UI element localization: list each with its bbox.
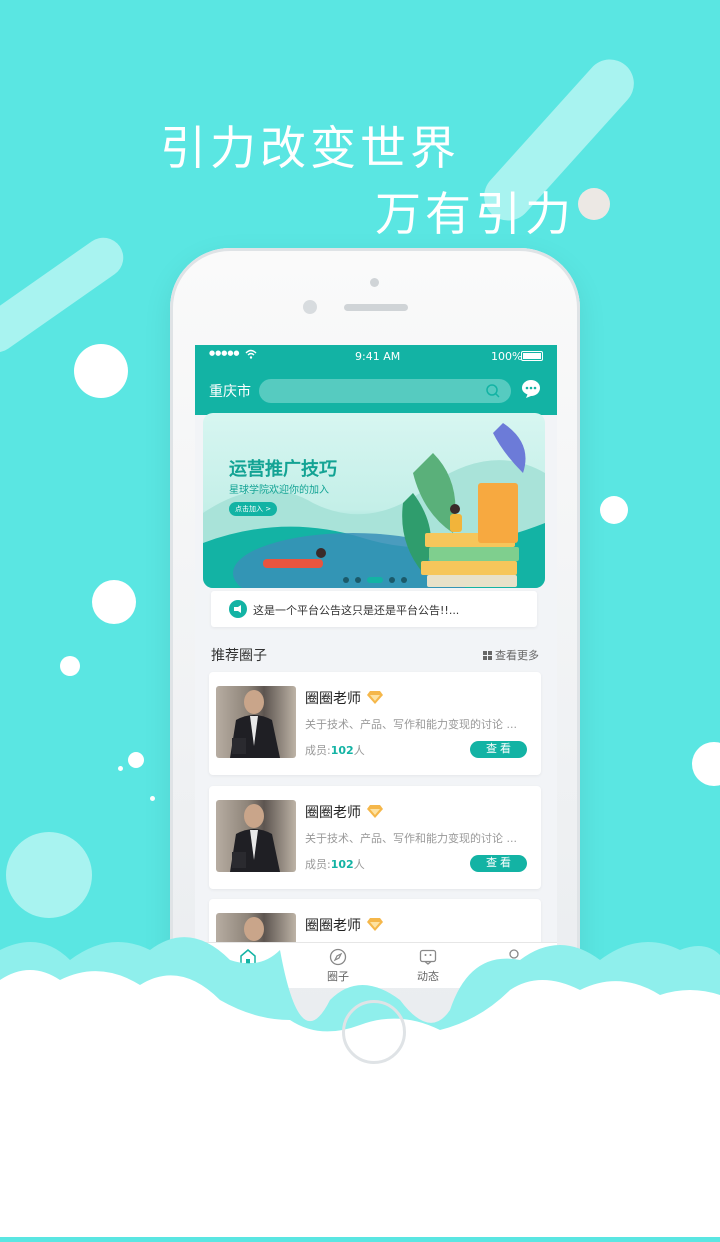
circle-name: 圈圈老师 <box>305 691 361 707</box>
view-circle-button[interactable]: 查 看 <box>470 855 527 872</box>
announcement-bar[interactable]: 这是一个平台公告这只是还是平台公告!!... <box>211 591 537 627</box>
pagination-dot-active[interactable] <box>367 577 383 583</box>
diamond-badge-icon <box>367 689 383 708</box>
decor-dot-grey <box>578 188 610 220</box>
cloud-layer <box>0 937 720 1242</box>
phone-camera <box>370 278 379 287</box>
decor-dot <box>118 766 123 771</box>
phone-speaker <box>344 304 408 311</box>
view-circle-button[interactable]: 查 看 <box>470 741 527 758</box>
search-input[interactable] <box>259 379 511 403</box>
pagination-dot[interactable] <box>355 577 361 583</box>
battery-icon <box>521 351 543 361</box>
decor-dot <box>150 796 155 801</box>
circle-card[interactable]: 圈圈老师 关于技术、产品、写作和能力变现的讨论 ... 成员:102人 查 看 <box>209 672 541 775</box>
home-button[interactable] <box>342 1000 406 1064</box>
view-more-link[interactable]: 查看更多 <box>483 647 539 663</box>
circle-members: 成员:102人 <box>305 742 365 758</box>
decor-dot <box>92 580 136 624</box>
promo-headline-1: 引力改变世界 <box>160 121 460 175</box>
banner-illustration <box>203 423 545 588</box>
circle-name: 圈圈老师 <box>305 805 361 821</box>
circle-card[interactable]: 圈圈老师 关于技术、产品、写作和能力变现的讨论 ... 成员:102人 查 看 <box>209 786 541 889</box>
megaphone-icon <box>229 600 247 618</box>
circle-avatar <box>216 686 296 758</box>
announcement-text: 这是一个平台公告这只是还是平台公告!!... <box>253 604 460 617</box>
pagination-dot[interactable] <box>389 577 395 583</box>
phone-sensor <box>303 300 317 314</box>
grid-icon <box>483 650 492 663</box>
circle-members: 成员:102人 <box>305 856 365 872</box>
status-bar: ●●●●● 9:41 AM 100% <box>195 345 557 367</box>
pagination-dot[interactable] <box>343 577 349 583</box>
status-time: 9:41 AM <box>355 350 401 363</box>
decor-dot <box>60 656 80 676</box>
members-label: 成员: <box>305 858 331 871</box>
search-icon[interactable] <box>485 383 501 403</box>
battery-level: 100% <box>491 350 523 363</box>
circle-avatar <box>216 800 296 872</box>
banner-subtitle: 星球学院欢迎你的加入 <box>229 485 329 496</box>
promo-headline-2: 万有引力 <box>375 187 575 241</box>
signal-indicator: ●●●●● <box>209 349 240 357</box>
view-more-label: 查看更多 <box>495 649 539 662</box>
circle-description: 关于技术、产品、写作和能力变现的讨论 ... <box>305 832 517 845</box>
members-count: 102 <box>330 858 354 871</box>
promo-banner[interactable]: 运营推广技巧 星球学院欢迎你的加入 点击加入 > <box>203 413 545 588</box>
wifi-icon <box>245 349 257 362</box>
diamond-badge-icon <box>367 803 383 822</box>
banner-title: 运营推广技巧 <box>229 459 337 480</box>
pagination-dot[interactable] <box>401 577 407 583</box>
decor-dot <box>692 742 720 786</box>
circle-description: 关于技术、产品、写作和能力变现的讨论 ... <box>305 718 517 731</box>
decor-dot <box>128 752 144 768</box>
members-unit: 人 <box>353 744 365 757</box>
decor-stripe-left <box>0 229 132 361</box>
top-bar: 重庆市 <box>195 367 557 415</box>
members-label: 成员: <box>305 744 331 757</box>
city-selector[interactable]: 重庆市 <box>209 381 251 401</box>
decor-dot <box>600 496 628 524</box>
members-unit: 人 <box>353 858 365 871</box>
banner-join-button[interactable]: 点击加入 > <box>229 502 278 516</box>
chat-bubble-icon[interactable] <box>521 379 541 403</box>
members-count: 102 <box>330 744 354 757</box>
section-title: 推荐圈子 <box>211 648 267 664</box>
decor-dot <box>74 344 128 398</box>
